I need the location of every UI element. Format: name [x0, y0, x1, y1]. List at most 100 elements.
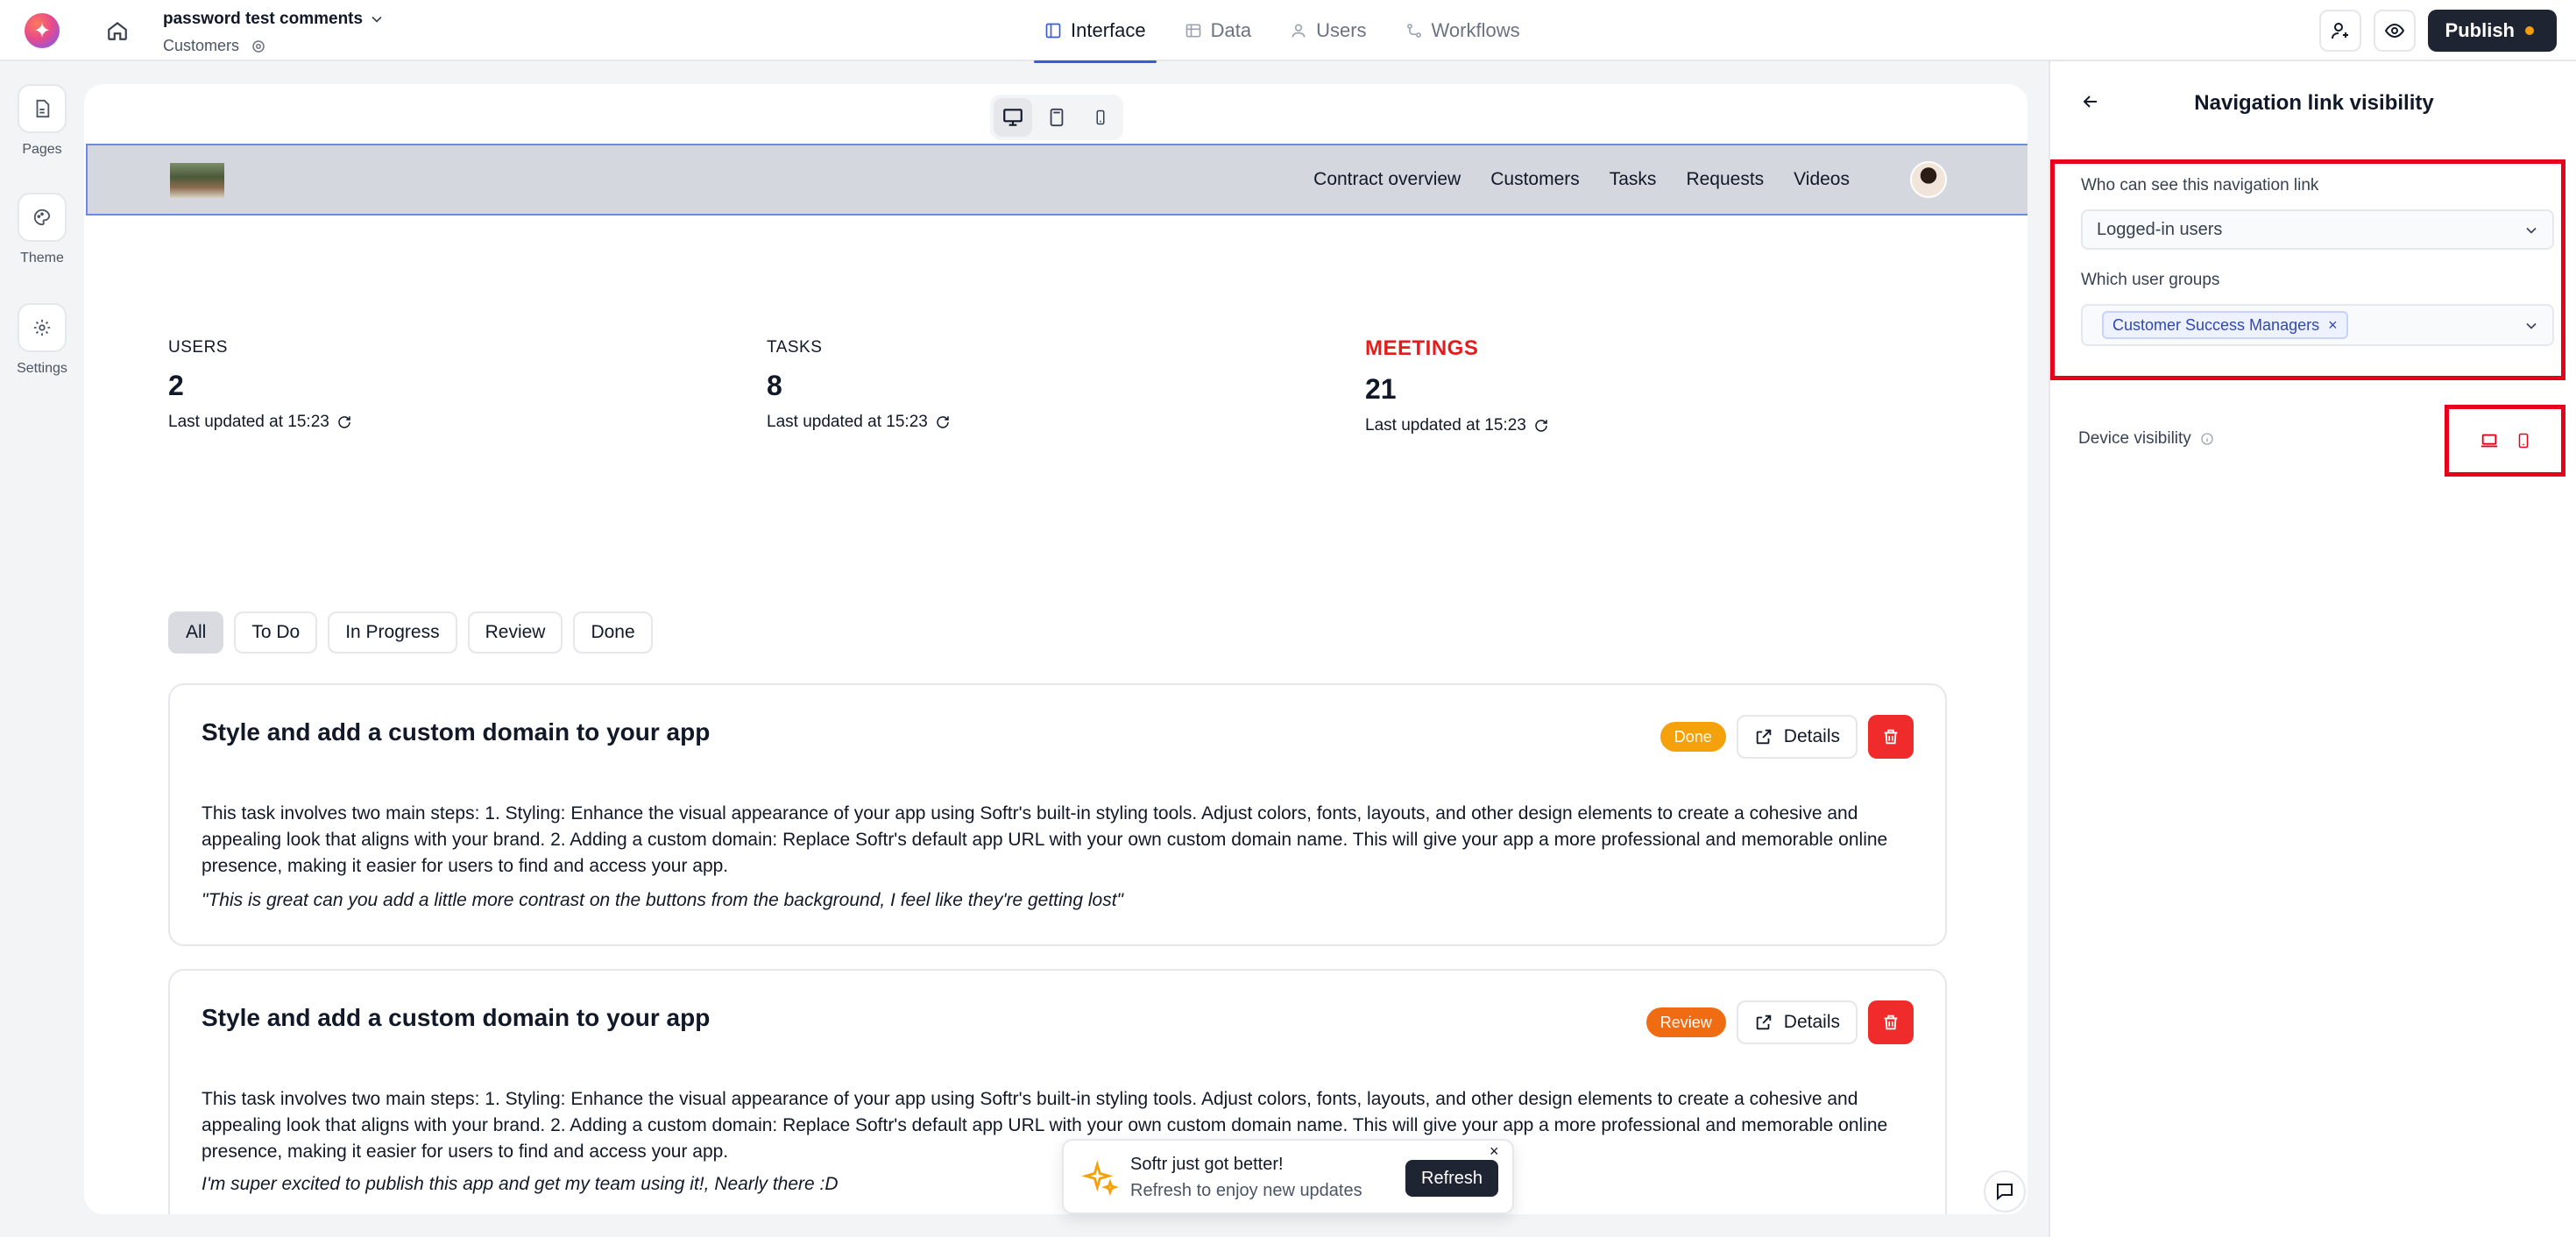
info-icon[interactable]	[2200, 432, 2214, 446]
toast-title: Softr just got better!	[1130, 1155, 1284, 1174]
site-nav-requests[interactable]: Requests	[1671, 169, 1779, 190]
site-header[interactable]: Contract overview Customers Tasks Reques…	[86, 144, 2028, 216]
tab-interface[interactable]: Interface	[1025, 0, 1165, 63]
stat-value: 8	[767, 370, 782, 401]
stat-value: 21	[1365, 373, 1397, 405]
chat-icon[interactable]	[1984, 1170, 2026, 1212]
softr-logo-icon[interactable]: ✦	[25, 13, 60, 48]
stat-label: USERS	[168, 338, 228, 357]
settings-panel: Navigation link visibility Who can see t…	[2049, 61, 2576, 1237]
refresh-icon[interactable]	[935, 414, 951, 430]
app-subtitle[interactable]: Customers	[163, 37, 239, 55]
stat-label: TASKS	[767, 338, 823, 357]
site-nav-tasks[interactable]: Tasks	[1595, 169, 1672, 190]
delete-button[interactable]	[1868, 715, 1914, 759]
filter-to-do[interactable]: To Do	[234, 611, 318, 654]
details-button[interactable]: Details	[1736, 1000, 1858, 1044]
who-select-value: Logged-in users	[2097, 219, 2223, 239]
task-actions: Done Details	[1660, 715, 1914, 759]
update-toast: Softr just got better! Refresh to enjoy …	[1062, 1139, 1514, 1214]
stat-updated: Last updated at 15:23	[1365, 416, 1891, 435]
rail-item-pages[interactable]: Pages	[0, 84, 84, 158]
site-nav-contract-overview[interactable]: Contract overview	[1299, 169, 1476, 190]
invite-user-button[interactable]	[2318, 10, 2361, 52]
delete-button[interactable]	[1868, 1000, 1914, 1044]
task-card[interactable]: Style and add a custom domain to your ap…	[168, 969, 1947, 1214]
site-nav-videos[interactable]: Videos	[1779, 169, 1865, 190]
stat-meetings: MEETINGS 21 Last updated at 15:23	[1365, 336, 1891, 435]
tag-label: Customer Success Managers	[2112, 315, 2320, 334]
site-logo-image[interactable]	[170, 163, 224, 198]
toast-subtitle: Refresh to enjoy new updates	[1130, 1181, 1362, 1200]
user-plus-icon	[2331, 23, 2348, 39]
rail-button[interactable]	[18, 303, 67, 352]
tablet-view-button[interactable]	[1037, 98, 1076, 137]
tag-remove-icon[interactable]: ×	[2328, 316, 2338, 335]
who-select[interactable]: Logged-in users	[2081, 209, 2554, 250]
page-icon	[36, 99, 50, 118]
rail-button[interactable]	[18, 84, 67, 133]
table-icon	[1185, 24, 1200, 38]
mobile-icon[interactable]	[2516, 430, 2531, 451]
filter-done[interactable]: Done	[573, 611, 653, 654]
desktop-icon	[1003, 109, 1023, 126]
rail-item-settings[interactable]: Settings	[0, 303, 84, 377]
tab-label: Users	[1316, 19, 1367, 41]
gear-icon[interactable]	[251, 39, 266, 54]
gear-icon	[33, 319, 51, 336]
refresh-button[interactable]: Refresh	[1405, 1160, 1499, 1197]
filter-review[interactable]: Review	[467, 611, 563, 654]
task-comment: "This is great can you add a little more…	[202, 890, 1123, 910]
chevron-down-icon[interactable]	[368, 11, 386, 28]
task-comment: I'm super excited to publish this app an…	[202, 1174, 839, 1194]
eye-icon	[2384, 23, 2404, 39]
device-visibility-toggles	[2445, 405, 2565, 477]
user-icon	[1292, 24, 1306, 38]
site-nav: Contract overview Customers Tasks Reques…	[1299, 145, 1865, 214]
tab-workflows[interactable]: Workflows	[1386, 0, 1539, 61]
top-bar: ✦ password test comments Customers Inter…	[0, 0, 2576, 63]
groups-select[interactable]: Customer Success Managers ×	[2081, 304, 2554, 346]
task-title: Style and add a custom domain to your ap…	[202, 1004, 711, 1031]
task-title: Style and add a custom domain to your ap…	[202, 718, 711, 746]
publish-button[interactable]: Publish	[2427, 10, 2557, 52]
task-card[interactable]: Style and add a custom domain to your ap…	[168, 683, 1947, 946]
unpublished-dot	[2525, 26, 2534, 35]
filter-all[interactable]: All	[168, 611, 224, 654]
rail-button[interactable]	[18, 193, 67, 242]
desktop-view-button[interactable]	[994, 98, 1032, 137]
visibility-settings-group: Who can see this navigation link Logged-…	[2050, 159, 2565, 380]
tab-users[interactable]: Users	[1270, 0, 1385, 61]
palette-icon	[33, 209, 51, 226]
left-rail: Pages Theme Settings	[0, 61, 84, 1237]
stat-value: 2	[168, 370, 184, 401]
rail-label: Theme	[20, 251, 64, 265]
trash-icon	[1884, 1014, 1898, 1030]
avatar[interactable]	[1910, 161, 1947, 198]
details-button[interactable]: Details	[1736, 715, 1858, 759]
stat-updated-text: Last updated at 15:23	[168, 413, 329, 431]
device-toggle	[990, 95, 1123, 140]
refresh-icon[interactable]	[1533, 418, 1549, 434]
tab-label: Interface	[1071, 19, 1146, 41]
rail-item-theme[interactable]: Theme	[0, 193, 84, 266]
laptop-icon[interactable]	[2479, 431, 2500, 450]
site-nav-customers[interactable]: Customers	[1476, 169, 1595, 190]
mobile-view-button[interactable]	[1081, 98, 1120, 137]
preview-button[interactable]	[2373, 10, 2416, 52]
sparkles-icon	[1081, 1160, 1120, 1198]
close-icon[interactable]: ×	[1490, 1142, 1507, 1160]
device-visibility-label: Device visibility	[2078, 429, 2214, 449]
filter-in-progress[interactable]: In Progress	[328, 611, 457, 654]
top-right-actions: Publish	[2318, 10, 2557, 52]
external-link-icon	[1756, 1014, 1772, 1030]
home-icon[interactable]	[102, 15, 133, 46]
workflow-icon	[1406, 24, 1421, 38]
who-label: Who can see this navigation link	[2081, 176, 2319, 194]
page-canvas: Contract overview Customers Tasks Reques…	[84, 84, 2028, 1214]
user-group-tag[interactable]: Customer Success Managers ×	[2102, 311, 2348, 339]
tab-data[interactable]: Data	[1165, 0, 1270, 61]
status-badge: Done	[1660, 722, 1726, 752]
app-title[interactable]: password test comments	[163, 10, 363, 29]
refresh-icon[interactable]	[336, 414, 352, 430]
